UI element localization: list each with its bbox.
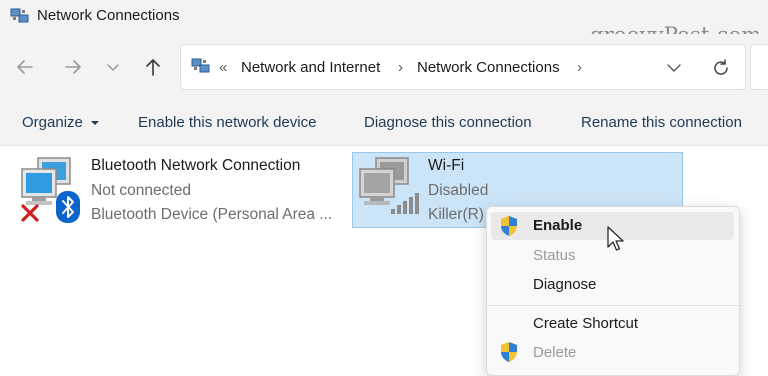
- forward-button[interactable]: [58, 52, 88, 82]
- search-box[interactable]: [750, 44, 768, 90]
- menu-item-label: Delete: [533, 344, 577, 361]
- breadcrumb-overflow[interactable]: «: [219, 59, 227, 76]
- up-button[interactable]: [138, 52, 168, 82]
- address-dropdown-button[interactable]: [659, 53, 689, 83]
- breadcrumb-network-connections[interactable]: Network Connections: [417, 59, 560, 76]
- error-x-icon: [21, 204, 39, 222]
- mouse-cursor-icon: [607, 226, 624, 251]
- back-button[interactable]: [10, 52, 40, 82]
- connection-status: Not connected: [91, 182, 191, 199]
- enable-device-button[interactable]: Enable this network device: [138, 114, 316, 131]
- menu-item-delete[interactable]: Delete: [491, 339, 734, 367]
- network-connections-icon: [191, 58, 210, 73]
- refresh-icon: [714, 59, 728, 75]
- menu-item-label: Create Shortcut: [533, 315, 639, 332]
- connection-name: Wi-Fi: [428, 157, 465, 174]
- window-title: Network Connections: [37, 7, 180, 24]
- connection-device: Bluetooth Device (Personal Area ...: [91, 206, 333, 223]
- breadcrumb-separator[interactable]: ›: [577, 59, 582, 76]
- rename-connection-button[interactable]: Rename this connection: [581, 114, 742, 131]
- network-connections-icon: [10, 8, 29, 23]
- arrow-left-icon: [17, 60, 33, 74]
- connection-name: Bluetooth Network Connection: [91, 157, 301, 174]
- signal-bars-icon: [391, 193, 419, 214]
- uac-shield-icon: [501, 342, 517, 362]
- menu-separator: [487, 305, 739, 306]
- menu-item-label: Enable: [533, 217, 583, 234]
- organize-label: Organize: [22, 114, 83, 131]
- menu-item-diagnose[interactable]: Diagnose: [491, 271, 734, 299]
- breadcrumb-network-and-internet[interactable]: Network and Internet: [241, 59, 380, 76]
- chevron-down-icon: [107, 64, 119, 71]
- chevron-down-icon: [667, 64, 681, 72]
- menu-item-label: Status: [533, 247, 576, 264]
- arrow-up-icon: [146, 59, 160, 76]
- recent-locations-button[interactable]: [98, 52, 128, 82]
- organize-button[interactable]: Organize: [22, 114, 100, 131]
- caret-down-icon: [91, 121, 100, 126]
- refresh-button[interactable]: [706, 53, 736, 83]
- menu-item-label: Diagnose: [533, 276, 597, 293]
- breadcrumb-separator[interactable]: ›: [398, 59, 403, 76]
- connection-status: Disabled: [428, 182, 489, 199]
- arrow-right-icon: [65, 60, 81, 74]
- uac-shield-icon: [501, 216, 517, 236]
- diagnose-connection-button[interactable]: Diagnose this connection: [364, 114, 532, 131]
- bluetooth-icon: [56, 191, 80, 223]
- menu-item-create-shortcut[interactable]: Create Shortcut: [491, 310, 734, 338]
